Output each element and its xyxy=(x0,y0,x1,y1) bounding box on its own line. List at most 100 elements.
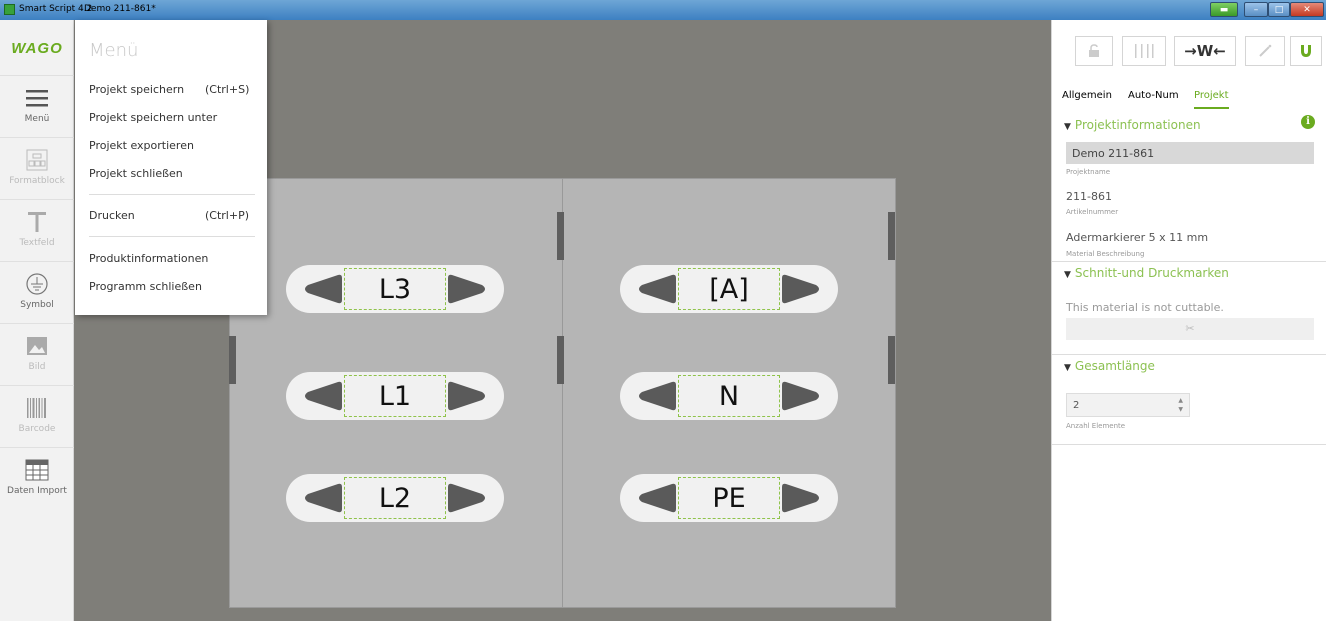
material-caption: Material Beschreibung xyxy=(1066,250,1145,258)
toolbar-label-bild: Bild xyxy=(28,362,46,372)
chevron-down-icon: ▼ xyxy=(1064,122,1071,132)
lock-button[interactable] xyxy=(1075,36,1113,66)
scissors-icon: ✂ xyxy=(1185,322,1195,335)
lock-icon xyxy=(1089,44,1099,57)
tab-projekt[interactable]: Projekt xyxy=(1194,90,1229,109)
menu-separator xyxy=(89,236,255,237)
wire-marker[interactable]: L3 xyxy=(286,265,504,313)
wire-marker[interactable]: N xyxy=(620,372,838,420)
arrow-right-icon xyxy=(448,381,485,411)
toolbar-formatblock-button[interactable]: Formatblock xyxy=(0,137,74,199)
maximize-button[interactable]: □ xyxy=(1268,2,1290,17)
menu-item-projekt-speichern-unter[interactable]: Projekt speichern unter xyxy=(89,111,259,124)
section-projektinformationen[interactable]: ▼ Projektinformationen xyxy=(1064,118,1201,132)
wire-marker[interactable]: L2 xyxy=(286,474,504,522)
magnet-icon xyxy=(1301,45,1311,57)
menu-item-shortcut: (Ctrl+S) xyxy=(205,83,250,96)
info-icon[interactable]: i xyxy=(1301,115,1315,129)
section-gesamtlaenge[interactable]: ▼ Gesamtlänge xyxy=(1064,359,1155,373)
project-name-field[interactable]: Demo 211-861 xyxy=(1066,142,1314,164)
image-icon xyxy=(24,334,50,358)
menu-item-projekt-schliessen[interactable]: Projekt schließen xyxy=(89,167,259,180)
toolbar-label-symbol: Symbol xyxy=(20,300,54,310)
toolbar-bild-button[interactable]: Bild xyxy=(0,323,74,385)
toolbar-label-textfeld: Textfeld xyxy=(19,238,55,248)
close-button[interactable]: ✕ xyxy=(1290,2,1324,17)
wire-marker[interactable]: [A] xyxy=(620,265,838,313)
arrow-right-icon xyxy=(448,483,485,513)
menu-item-shortcut: (Ctrl+P) xyxy=(205,209,250,222)
arrow-left-icon xyxy=(639,381,676,411)
fit-width-icon: →W← xyxy=(1184,42,1226,60)
menu-item-projekt-speichern[interactable]: Projekt speichern (Ctrl+S) xyxy=(89,83,259,96)
magnet-button[interactable] xyxy=(1290,36,1322,66)
toolbar-symbol-button[interactable]: Symbol xyxy=(0,261,74,323)
section-separator xyxy=(1052,444,1326,445)
toolbar-datenimport-button[interactable]: Daten Import xyxy=(0,447,74,509)
menu-item-projekt-exportieren[interactable]: Projekt exportieren xyxy=(89,139,259,152)
project-name-caption: Projektname xyxy=(1066,168,1111,176)
wand-button[interactable] xyxy=(1245,36,1285,66)
columns-button[interactable] xyxy=(1122,36,1166,66)
wago-logo: WAGO xyxy=(11,40,63,57)
text-icon xyxy=(24,210,50,234)
fit-width-button[interactable]: →W← xyxy=(1174,36,1236,66)
section-heading: Projektinformationen xyxy=(1074,118,1201,132)
toolbar-textfeld-button[interactable]: Textfeld xyxy=(0,199,74,261)
arrow-left-icon xyxy=(305,274,342,304)
main-menu-panel: Menü Projekt speichern (Ctrl+S) Projekt … xyxy=(75,20,267,315)
format-block-icon xyxy=(24,148,50,172)
spinner-arrows-icon[interactable]: ▲ ▼ xyxy=(1178,396,1183,414)
cut-button[interactable]: ✂ xyxy=(1066,318,1314,340)
element-count-spinner[interactable]: 2 ▲ ▼ xyxy=(1066,393,1190,417)
section-schnitt-druckmarken[interactable]: ▼ Schnitt-und Druckmarken xyxy=(1064,266,1229,280)
barcode-icon xyxy=(24,396,50,420)
cut-mark xyxy=(888,336,895,384)
menu-item-label: Programm schließen xyxy=(89,280,202,293)
title-bar: Smart Script 4.2 Demo 211-861* ▬ – □ ✕ xyxy=(0,0,1326,20)
tab-auto-num[interactable]: Auto-Num xyxy=(1128,90,1179,101)
toolbar-barcode-button[interactable]: Barcode xyxy=(0,385,74,447)
section-separator xyxy=(1052,354,1326,355)
cut-mark xyxy=(557,212,564,260)
toolbar-label-formatblock: Formatblock xyxy=(9,176,65,186)
menu-item-label: Projekt speichern unter xyxy=(89,111,218,124)
arrow-right-icon xyxy=(782,483,819,513)
material-value: Adermarkierer 5 x 11 mm xyxy=(1066,231,1209,244)
marker-text-box[interactable]: L1 xyxy=(344,375,446,417)
section-separator xyxy=(1052,261,1326,262)
arrow-left-icon xyxy=(305,381,342,411)
minimize-button[interactable]: – xyxy=(1244,2,1268,17)
toolbar-label-barcode: Barcode xyxy=(18,424,56,434)
menu-item-programm-schliessen[interactable]: Programm schließen xyxy=(89,280,259,293)
cut-mark xyxy=(557,336,564,384)
menu-item-drucken[interactable]: Drucken (Ctrl+P) xyxy=(89,209,259,222)
marker-text-box[interactable]: N xyxy=(678,375,780,417)
section-heading: Schnitt-und Druckmarken xyxy=(1074,266,1229,280)
article-number-value: 211-861 xyxy=(1066,190,1112,203)
wire-marker[interactable]: L1 xyxy=(286,372,504,420)
spinner-value: 2 xyxy=(1073,400,1080,411)
article-number-caption: Artikelnummer xyxy=(1066,208,1119,216)
marker-text-box[interactable]: L3 xyxy=(344,268,446,310)
menu-item-label: Projekt speichern xyxy=(89,83,185,96)
green-action-button[interactable]: ▬ xyxy=(1210,2,1238,17)
properties-panel: →W← Allgemein Auto-Num Projekt ▼ Projekti… xyxy=(1051,20,1326,621)
toolbar-menu-button[interactable]: Menü xyxy=(0,75,74,137)
menu-item-produktinformationen[interactable]: Produktinformationen xyxy=(89,252,259,265)
marker-text-box[interactable]: PE xyxy=(678,477,780,519)
marker-text-box[interactable]: L2 xyxy=(344,477,446,519)
marker-text-box[interactable]: [A] xyxy=(678,268,780,310)
cut-mark xyxy=(888,212,895,260)
app-icon xyxy=(4,4,15,15)
section-heading: Gesamtlänge xyxy=(1074,359,1155,373)
wand-icon xyxy=(1259,44,1272,57)
menu-item-label: Projekt exportieren xyxy=(89,139,194,152)
wire-marker[interactable]: PE xyxy=(620,474,838,522)
arrow-right-icon xyxy=(782,274,819,304)
menu-separator xyxy=(89,194,255,195)
arrow-right-icon xyxy=(448,274,485,304)
ground-symbol-icon xyxy=(24,272,50,296)
tab-allgemein[interactable]: Allgemein xyxy=(1062,90,1112,101)
menu-item-label: Projekt schließen xyxy=(89,167,183,180)
